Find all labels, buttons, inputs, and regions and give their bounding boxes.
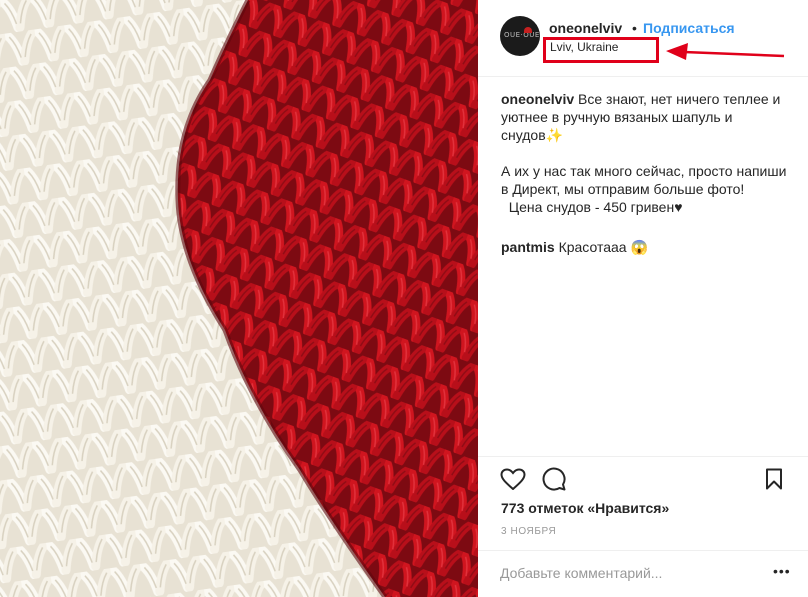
comment-username[interactable]: pantmis bbox=[501, 239, 555, 255]
caption: oneonelviv Все знают, нет ничего теплее … bbox=[501, 90, 791, 216]
comment-item: pantmis Красотааа 😱 bbox=[501, 238, 791, 256]
likes-count[interactable]: 773 отметок «Нравится» bbox=[501, 500, 669, 516]
separator-dot: • bbox=[632, 20, 637, 36]
follow-button[interactable]: Подписаться bbox=[643, 20, 735, 36]
actions-divider bbox=[478, 456, 808, 457]
avatar-logo: OUE·OUE bbox=[504, 31, 540, 39]
caption-text: Все знают, нет ничего теплее и уютнее в … bbox=[501, 91, 787, 215]
bookmark-icon[interactable] bbox=[765, 468, 783, 490]
comment-text: Красотааа 😱 bbox=[554, 239, 648, 255]
red-arrow-icon bbox=[666, 43, 785, 60]
knit-image bbox=[0, 0, 478, 597]
santa-hat-icon bbox=[524, 27, 532, 33]
add-comment-input[interactable] bbox=[500, 563, 750, 583]
username-link[interactable]: oneonelviv bbox=[549, 20, 622, 36]
post-date: 3 НОЯБРЯ bbox=[501, 526, 557, 537]
header-divider bbox=[478, 76, 808, 77]
comment-divider bbox=[478, 550, 808, 551]
post-photo bbox=[0, 0, 478, 597]
comment-bubble-icon[interactable] bbox=[541, 467, 567, 491]
post-details-panel: OUE·OUE oneonelviv • Подписаться Lviv, U… bbox=[478, 0, 808, 597]
caption-username[interactable]: oneonelviv bbox=[501, 91, 574, 107]
avatar[interactable]: OUE·OUE bbox=[500, 16, 540, 56]
heart-icon[interactable] bbox=[500, 468, 526, 490]
annotation-highlight-box bbox=[543, 37, 659, 63]
more-options-icon[interactable]: ••• bbox=[773, 563, 791, 579]
